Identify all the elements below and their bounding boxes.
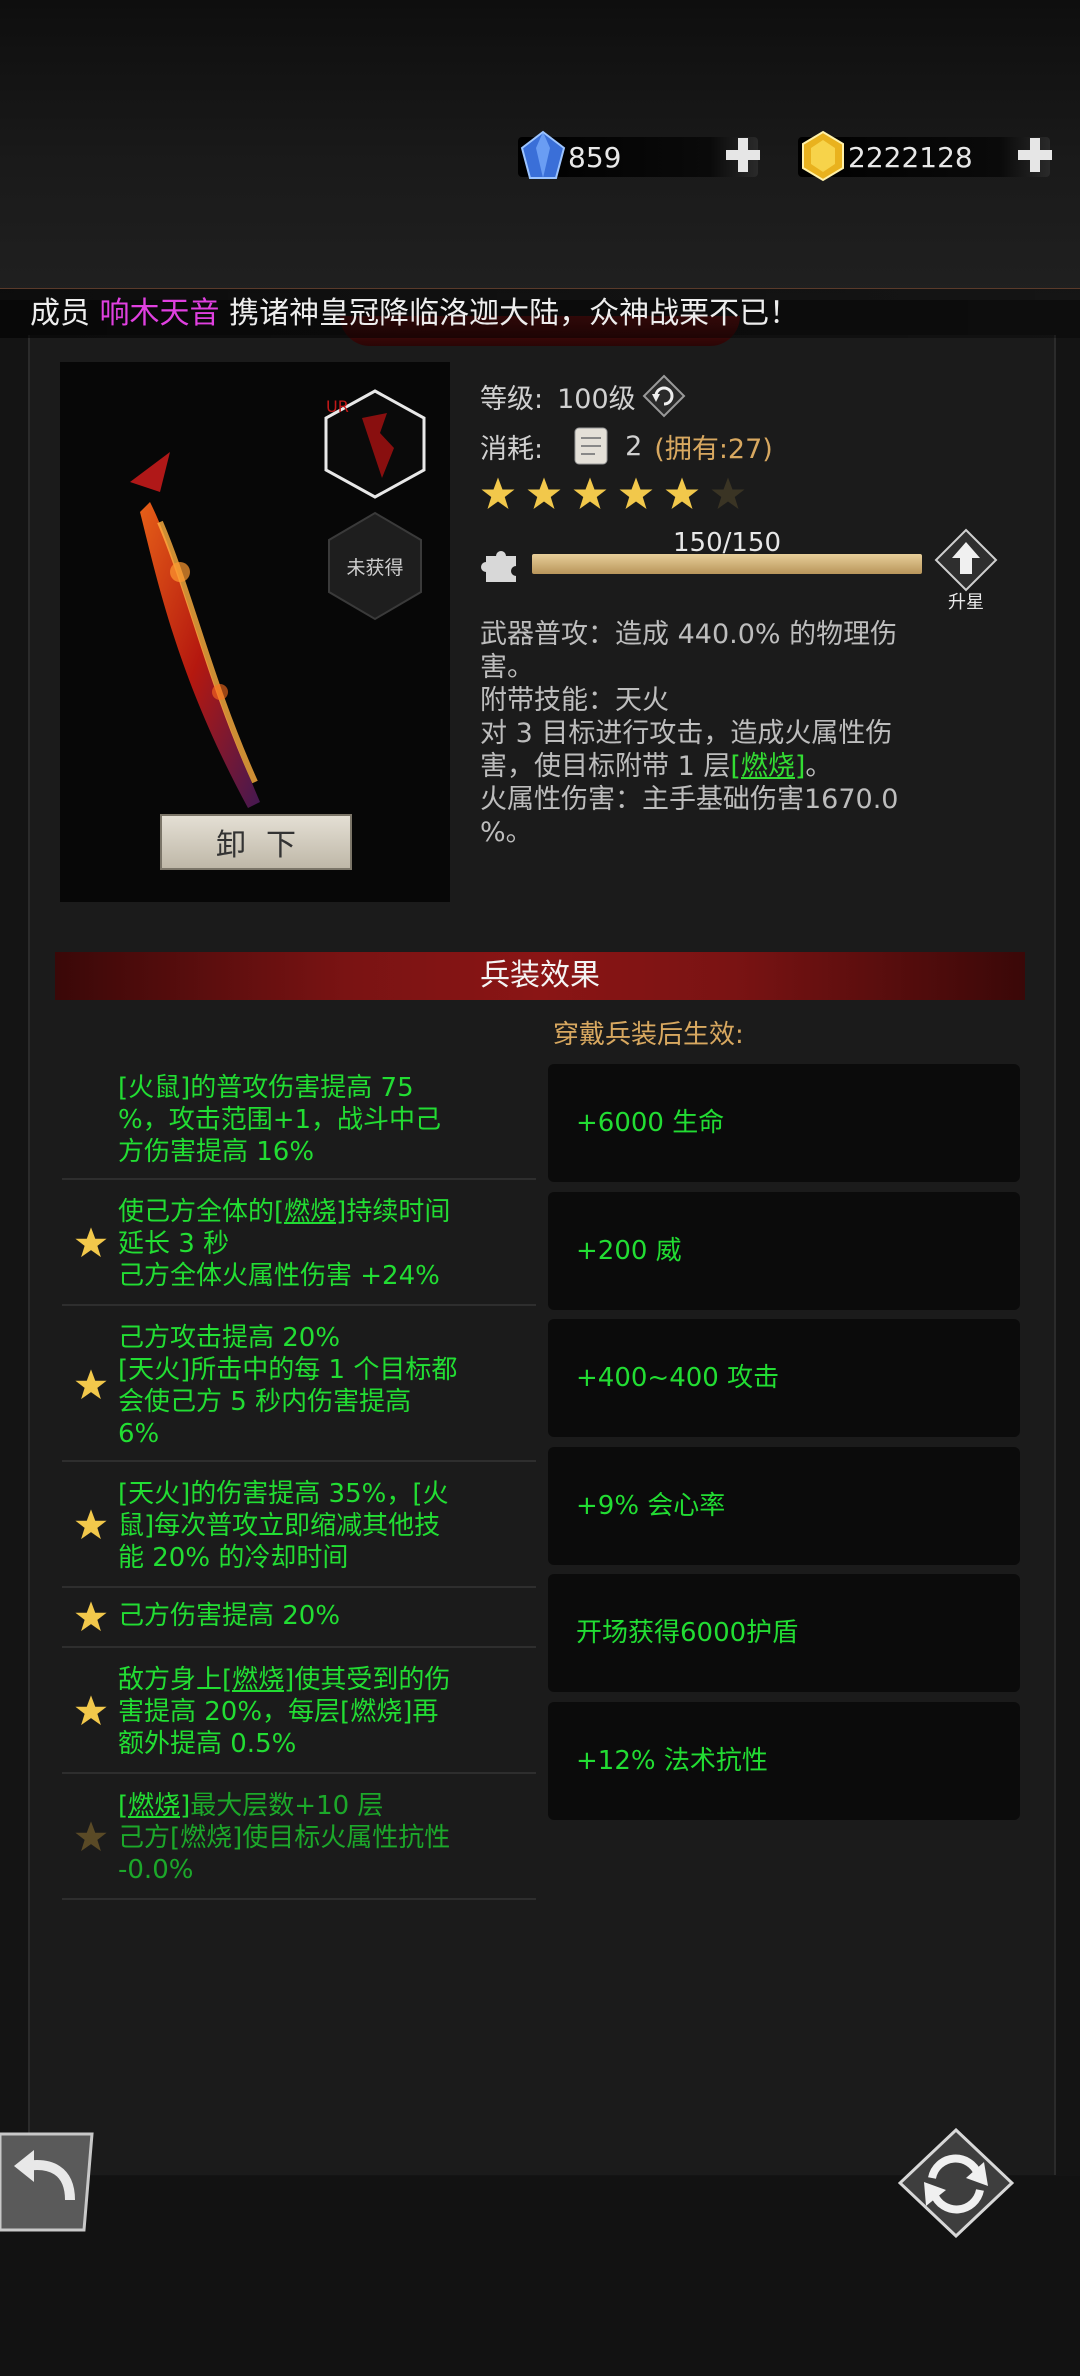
burn-status-link[interactable]: [燃烧] [118,1791,190,1821]
marquee-player-name: 响木天音 [99,296,220,331]
level-row: 等级: 100级 [480,374,686,418]
effect-item: 敌方身上[燃烧]使其受到的伤 害提高 20%，每层[燃烧]再 额外提高 0.5% [62,1648,536,1774]
swap-button[interactable] [898,2128,1014,2238]
marquee-prefix: 成员 [30,296,90,331]
weapon-description: 武器普攻：造成 440.0% 的物理伤 害。 附带技能：天火 对 3 目标进行攻… [480,618,980,849]
effect-item: 使己方全体的[燃烧]持续时间 延长 3 秒己方全体火属性伤害 +24% [62,1180,536,1306]
section-title: 兵装效果 [480,958,600,993]
star-rating [480,476,746,512]
blue-diamond-icon [520,130,566,179]
star-icon [75,1601,107,1632]
unequip-label: 卸下 [216,828,316,863]
star-filled-icon [527,477,561,509]
upgrade-star-button[interactable]: 升星 [930,528,1002,618]
cost-label: 消耗: [480,433,544,465]
stat-bonus-card: +6000 生命 [548,1064,1020,1182]
effect-item: [火鼠]的普攻伤害提高 75 %，攻击范围+1，战斗中己 方伤害提高 16% [62,1066,536,1180]
desc-line: 对 3 目标进行攻击，造成火属性伤 [480,718,893,749]
level-label: 等级: [480,383,544,415]
equip-effect-subtitle: 穿戴兵装后生效: [553,1020,744,1050]
cost-row: 消耗: 2 (拥有:27) [480,424,773,468]
desc-line: 附带技能：天火 [480,685,669,716]
star-filled-icon [573,477,607,509]
diamond-count: 859 [568,140,622,174]
section-header: 兵装效果 [55,952,1025,1000]
effect-item-locked: [燃烧]最大层数+10 层 己方[燃烧]使目标火属性抗性 -0.0% [62,1774,536,1900]
add-diamond-button[interactable] [722,134,764,176]
star-icon [75,1369,107,1400]
effect-item: 己方攻击提高 20% [天火]所击中的每 1 个目标都 会使己方 5 秒内伤害提高 6… [62,1306,536,1462]
star-filled-icon [665,477,699,509]
level-reset-icon[interactable] [642,374,686,418]
burn-status-link[interactable]: [燃烧] [222,1665,294,1695]
stat-bonus-card: +12% 法术抗性 [548,1702,1020,1820]
burn-status-link[interactable]: [燃烧] [730,751,805,782]
effect-item: 己方伤害提高 20% [62,1588,536,1648]
level-value: 100级 [557,383,636,415]
progress-text: 150/150 [672,528,781,558]
rarity-frame: UR [324,389,426,499]
unobtained-label: 未获得 [346,556,404,579]
diamond-currency: 859 [518,130,760,180]
star-icon [75,1509,107,1540]
owned-count: (拥有:27) [654,433,773,465]
star-empty-icon [711,477,745,509]
stat-bonus-card: +9% 会心率 [548,1447,1020,1565]
stat-bonus-card: +400~400 攻击 [548,1319,1020,1437]
effect-item: [天火]的伤害提高 35%，[火 鼠]每次普攻立即缩减其他技能 20% 的冷却时间 [62,1462,536,1588]
upgrade-arrow-icon [934,528,998,592]
rarity-label: UR [326,397,349,416]
star-icon [75,1227,107,1258]
star-icon [75,1695,107,1726]
gold-currency: 2222128 [798,130,1052,182]
desc-line: 害。 [480,652,534,683]
scroll-item-icon [574,427,608,465]
desc-line: 害，使目标附带 1 层[燃烧]。 [480,751,833,782]
add-gold-button[interactable] [1014,134,1056,176]
gold-count: 2222128 [848,140,973,174]
star-filled-icon [481,477,515,509]
desc-line: 火属性伤害：主手基础伤害1670.0 [480,784,899,815]
marquee-message: 携诸神皇冠降临洛迦大陆，众神战栗不已！ [229,296,800,331]
stat-bonus-card: 开场获得6000护盾 [548,1574,1020,1692]
desc-line: 武器普攻：造成 440.0% 的物理伤 [480,619,898,650]
desc-line: %。 [480,817,533,848]
back-button[interactable] [0,2130,100,2234]
gold-gem-icon [802,130,844,182]
unobtained-slot: 未获得 [326,510,424,622]
stat-bonus-card: +200 威 [548,1192,1020,1310]
burn-status-link[interactable]: [燃烧] [274,1197,346,1227]
star-filled-icon [619,477,653,509]
puzzle-piece-icon [481,551,516,582]
cost-count: 2 [625,430,643,462]
unequip-button[interactable]: 卸下 [160,814,352,870]
upgrade-label: 升星 [948,592,984,613]
star-icon-locked [75,1821,107,1852]
star-progress: 150/150 升星 [480,528,1000,613]
announcement-marquee: 成员 响木天音 携诸神皇冠降临洛迦大陆，众神战栗不已！ [0,288,1080,338]
